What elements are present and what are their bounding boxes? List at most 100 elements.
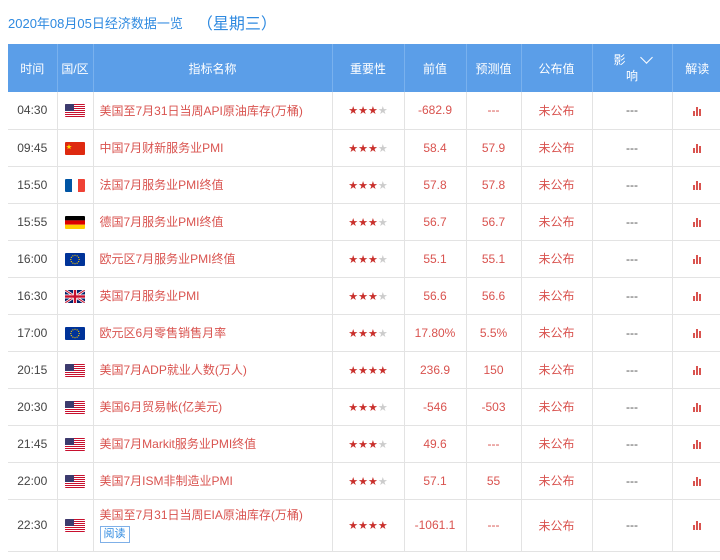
table-header-row: 时间 国/区 指标名称 重要性 前值 预测值 公布值 影 响 解读: [8, 44, 720, 92]
previous-cell: -682.9: [404, 92, 467, 130]
col-impact-filter[interactable]: 影 响: [592, 44, 673, 92]
analysis-cell[interactable]: [672, 203, 720, 241]
table-row: 22:30 美国至7月31日当周EIA原油库存(万桶) 阅读 ★★★★ -1061.1-…: [8, 499, 720, 552]
read-button[interactable]: 阅读: [99, 526, 130, 543]
published-cell: 未公布: [521, 499, 593, 552]
impact-cell: ---: [592, 462, 673, 500]
indicator-cell[interactable]: 美国7月ISM非制造业PMI: [93, 462, 333, 500]
indicator-name[interactable]: 美国7月ISM非制造业PMI: [100, 474, 233, 488]
star-rating-icon: ★★★★: [348, 105, 388, 118]
bar-chart-icon[interactable]: [693, 143, 702, 153]
indicator-cell[interactable]: 中国7月财新服务业PMI: [93, 129, 333, 167]
indicator-name[interactable]: 美国至7月31日当周API原油库存(万桶): [100, 104, 303, 118]
bar-chart-icon[interactable]: [693, 328, 702, 338]
analysis-cell[interactable]: [672, 462, 720, 500]
star-rating-icon: ★★★★: [348, 475, 388, 488]
us-flag-icon: [65, 437, 85, 451]
analysis-cell[interactable]: [672, 240, 720, 278]
bar-chart-icon[interactable]: [693, 106, 702, 116]
impact-label-top: 影: [613, 53, 626, 67]
published-cell: 未公布: [521, 277, 593, 315]
importance-cell: ★★★★: [332, 277, 405, 315]
impact-cell: ---: [592, 166, 673, 204]
table-row: 04:30 美国至7月31日当周API原油库存(万桶) ★★★★ -682.9 --- 未…: [8, 92, 720, 130]
indicator-cell[interactable]: 欧元区7月服务业PMI终值: [93, 240, 333, 278]
time-cell: 22:30: [8, 499, 58, 552]
impact-cell: ---: [592, 203, 673, 241]
chevron-down-icon[interactable]: [639, 51, 653, 64]
table-row: 16:00 欧元区7月服务业PMI终值 ★★★★ 55.1 55.1 未公布 ---: [8, 240, 720, 278]
analysis-cell[interactable]: [672, 314, 720, 352]
table-row: 09:45 中国7月财新服务业PMI ★★★★ 58.4 57.9 未公布 ---: [8, 129, 720, 167]
indicator-name[interactable]: 欧元区6月零售销售月率: [100, 326, 227, 340]
eu-flag-icon: [65, 252, 85, 266]
region-cell: [57, 92, 94, 130]
eu-flag-icon: [65, 326, 85, 340]
indicator-cell[interactable]: 美国至7月31日当周API原油库存(万桶): [93, 92, 333, 130]
previous-cell: 236.9: [404, 351, 467, 389]
col-importance: 重要性: [332, 44, 405, 92]
indicator-cell[interactable]: 德国7月服务业PMI终值: [93, 203, 333, 241]
indicator-name[interactable]: 英国7月服务业PMI: [100, 289, 200, 303]
table-row: 15:55 德国7月服务业PMI终值 ★★★★ 56.7 56.7 未公布 ---: [8, 203, 720, 241]
bar-chart-icon[interactable]: [693, 217, 702, 227]
time-cell: 17:00: [8, 314, 58, 352]
col-published: 公布值: [521, 44, 593, 92]
bar-chart-icon[interactable]: [693, 521, 702, 531]
analysis-cell[interactable]: [672, 425, 720, 463]
indicator-cell[interactable]: 欧元区6月零售销售月率: [93, 314, 333, 352]
impact-cell: ---: [592, 388, 673, 426]
col-time: 时间: [8, 44, 58, 92]
region-cell: [57, 166, 94, 204]
bar-chart-icon[interactable]: [693, 291, 702, 301]
indicator-cell[interactable]: 法国7月服务业PMI终值: [93, 166, 333, 204]
indicator-name[interactable]: 欧元区7月服务业PMI终值: [100, 252, 236, 266]
previous-cell: 56.7: [404, 203, 467, 241]
analysis-cell[interactable]: [672, 129, 720, 167]
star-rating-icon: ★★★★: [348, 290, 388, 303]
analysis-cell[interactable]: [672, 92, 720, 130]
bar-chart-icon[interactable]: [693, 365, 702, 375]
analysis-cell[interactable]: [672, 499, 720, 552]
indicator-cell[interactable]: 美国7月Markit服务业PMI终值: [93, 425, 333, 463]
indicator-name[interactable]: 德国7月服务业PMI终值: [100, 215, 224, 229]
indicator-name[interactable]: 法国7月服务业PMI终值: [100, 178, 224, 192]
indicator-cell[interactable]: 英国7月服务业PMI: [93, 277, 333, 315]
indicator-name[interactable]: 美国至7月31日当周EIA原油库存(万桶): [100, 507, 303, 524]
bar-chart-icon[interactable]: [693, 439, 702, 449]
impact-cell: ---: [592, 425, 673, 463]
bar-chart-icon[interactable]: [693, 402, 702, 412]
region-cell: [57, 203, 94, 241]
bar-chart-icon[interactable]: [693, 476, 702, 486]
time-cell: 22:00: [8, 462, 58, 500]
forecast-cell: 55: [466, 462, 522, 500]
previous-cell: 58.4: [404, 129, 467, 167]
us-flag-icon: [65, 474, 85, 488]
published-cell: 未公布: [521, 351, 593, 389]
indicator-cell[interactable]: 美国7月ADP就业人数(万人): [93, 351, 333, 389]
indicator-name[interactable]: 美国7月Markit服务业PMI终值: [100, 437, 257, 451]
bar-chart-icon[interactable]: [693, 180, 702, 190]
indicator-cell[interactable]: 美国6月贸易帐(亿美元): [93, 388, 333, 426]
indicator-cell[interactable]: 美国至7月31日当周EIA原油库存(万桶) 阅读: [93, 499, 333, 552]
indicator-name[interactable]: 美国6月贸易帐(亿美元): [100, 400, 223, 414]
analysis-cell[interactable]: [672, 388, 720, 426]
star-rating-icon: ★★★★: [348, 142, 388, 155]
time-cell: 15:50: [8, 166, 58, 204]
published-cell: 未公布: [521, 129, 593, 167]
indicator-name[interactable]: 美国7月ADP就业人数(万人): [100, 363, 247, 377]
published-cell: 未公布: [521, 166, 593, 204]
date-title: 2020年08月05日经济数据一览: [8, 15, 183, 31]
star-rating-icon: ★★★★: [348, 401, 388, 414]
analysis-cell[interactable]: [672, 351, 720, 389]
region-cell: [57, 462, 94, 500]
bar-chart-icon[interactable]: [693, 254, 702, 264]
forecast-cell: -503: [466, 388, 522, 426]
analysis-cell[interactable]: [672, 277, 720, 315]
time-cell: 20:15: [8, 351, 58, 389]
analysis-cell[interactable]: [672, 166, 720, 204]
star-rating-icon: ★★★★: [348, 364, 388, 377]
indicator-name[interactable]: 中国7月财新服务业PMI: [100, 141, 224, 155]
previous-cell: -546: [404, 388, 467, 426]
importance-cell: ★★★★: [332, 129, 405, 167]
